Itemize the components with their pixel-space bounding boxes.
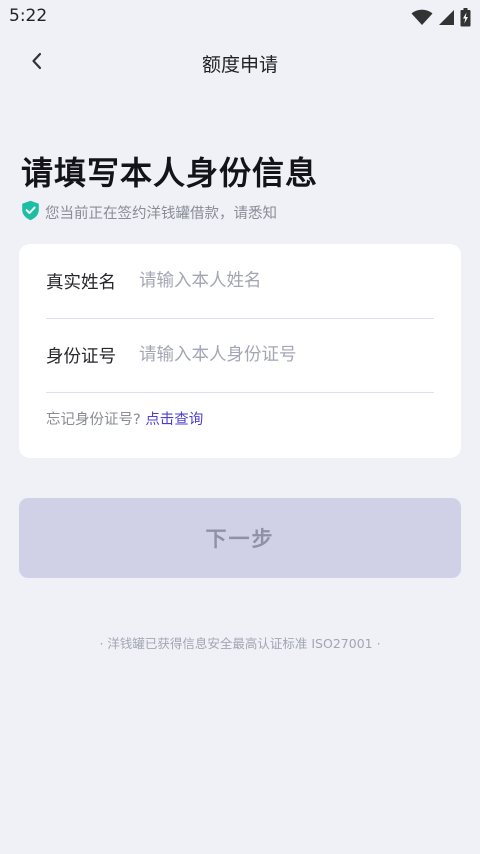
page-title: 额度申请 xyxy=(201,54,278,76)
name-input[interactable] xyxy=(139,271,434,291)
next-step-button[interactable]: 下一步 xyxy=(19,498,461,578)
notice-row: 您当前正在签约洋钱罐借款，请悉知 xyxy=(21,200,277,225)
id-number-row: 身份证号 xyxy=(46,318,434,393)
status-time: 5:22 xyxy=(9,6,48,26)
identity-form-card: 真实姓名 身份证号 忘记身份证号? 点击查询 xyxy=(19,244,461,458)
name-label: 真实姓名 xyxy=(46,272,116,293)
status-bar: 5:22 xyxy=(0,0,480,34)
forgot-id-text: 忘记身份证号? xyxy=(46,412,141,428)
name-row: 真实姓名 xyxy=(46,244,434,319)
form-heading: 请填写本人身份信息 xyxy=(21,154,319,192)
status-icons xyxy=(411,7,471,27)
id-number-input[interactable] xyxy=(139,345,434,365)
signal-icon xyxy=(438,9,455,26)
security-certification-note: · 洋钱罐已获得信息安全最高认证标准 ISO27001 · xyxy=(99,636,381,651)
notice-text: 您当前正在签约洋钱罐借款，请悉知 xyxy=(45,205,277,222)
shield-check-icon xyxy=(21,200,40,225)
battery-icon xyxy=(460,7,471,27)
forgot-id-row: 忘记身份证号? 点击查询 xyxy=(46,408,203,429)
lookup-id-link[interactable]: 点击查询 xyxy=(145,412,203,428)
app-screen: 5:22 额度申请 请填写本人身份信息 您当前正在签约洋钱罐借款，请悉知 真实姓… xyxy=(0,0,480,854)
wifi-icon xyxy=(411,9,433,26)
nav-bar: 额度申请 xyxy=(0,38,480,88)
id-number-label: 身份证号 xyxy=(46,346,116,367)
